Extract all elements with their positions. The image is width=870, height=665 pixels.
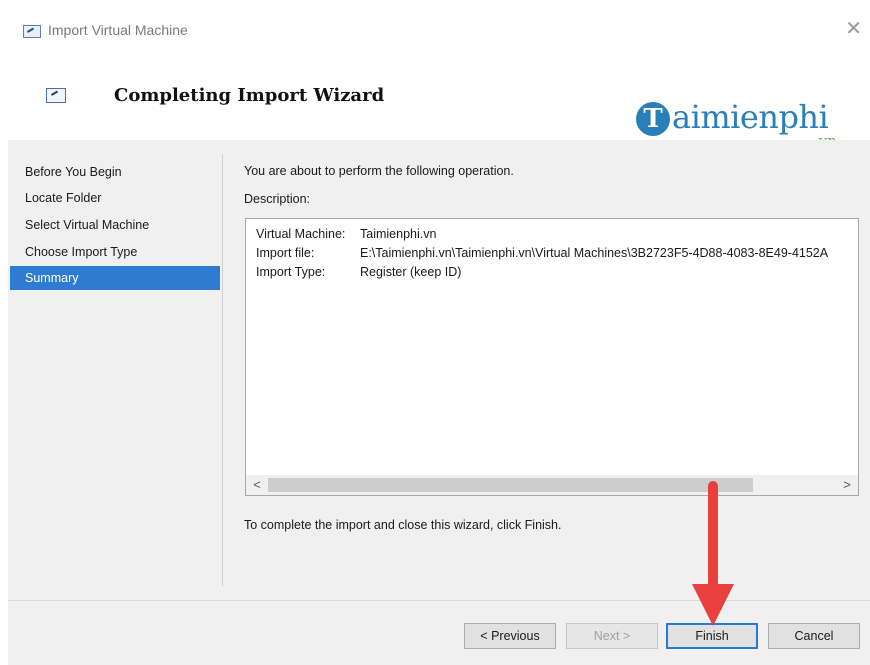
wizard-nav: Before You Begin Locate Folder Select Vi…: [8, 140, 222, 600]
description-label: Description:: [244, 192, 310, 206]
horizontal-scrollbar[interactable]: < >: [246, 475, 858, 495]
title-bar: Import Virtual Machine ✕: [0, 0, 870, 58]
scroll-left-icon[interactable]: <: [248, 475, 266, 495]
description-box[interactable]: Virtual Machine: Taimienphi.vn Import fil…: [245, 218, 859, 496]
previous-button[interactable]: < Previous: [464, 623, 556, 649]
next-button[interactable]: Next >: [566, 623, 658, 649]
watermark-badge: T: [636, 102, 670, 136]
close-icon[interactable]: ✕: [845, 16, 862, 41]
wizard-footer: < Previous Next > Finish Cancel: [8, 600, 870, 665]
description-key: Import Type:: [256, 265, 326, 279]
description-row: Import file: E:\Taimienphi.vn\Taimienphi.…: [256, 246, 828, 260]
description-key: Virtual Machine:: [256, 227, 346, 241]
intro-text: You are about to perform the following o…: [244, 164, 514, 178]
description-row: Virtual Machine: Taimienphi.vn: [256, 227, 436, 241]
nav-item-before-you-begin[interactable]: Before You Begin: [10, 160, 220, 184]
vm-window-icon: [23, 25, 41, 38]
watermark-name: aimienphi: [672, 98, 829, 136]
window-title: Import Virtual Machine: [48, 22, 188, 38]
page-title: Completing Import Wizard: [114, 85, 385, 106]
cancel-button[interactable]: Cancel: [768, 623, 860, 649]
description-value: E:\Taimienphi.vn\Taimienphi.vn\Virtual M…: [360, 246, 829, 260]
nav-item-select-virtual-machine[interactable]: Select Virtual Machine: [10, 213, 220, 237]
scroll-thumb[interactable]: [268, 478, 753, 492]
nav-divider: [222, 154, 223, 586]
description-key: Import file:: [256, 246, 315, 260]
nav-item-locate-folder[interactable]: Locate Folder: [10, 186, 220, 210]
annotation-arrow-icon: [692, 481, 734, 626]
vm-import-icon: [46, 88, 66, 103]
description-value: Taimienphi.vn: [360, 227, 437, 241]
nav-item-summary[interactable]: Summary: [10, 266, 220, 290]
finish-instruction: To complete the import and close this wi…: [244, 518, 562, 532]
nav-item-choose-import-type[interactable]: Choose Import Type: [10, 240, 220, 264]
summary-panel: You are about to perform the following o…: [242, 140, 870, 600]
description-value: Register (keep ID): [360, 265, 462, 279]
description-row: Import Type: Register (keep ID): [256, 265, 461, 279]
wizard-content: Before You Begin Locate Folder Select Vi…: [8, 140, 870, 600]
scroll-right-icon[interactable]: >: [838, 475, 856, 495]
